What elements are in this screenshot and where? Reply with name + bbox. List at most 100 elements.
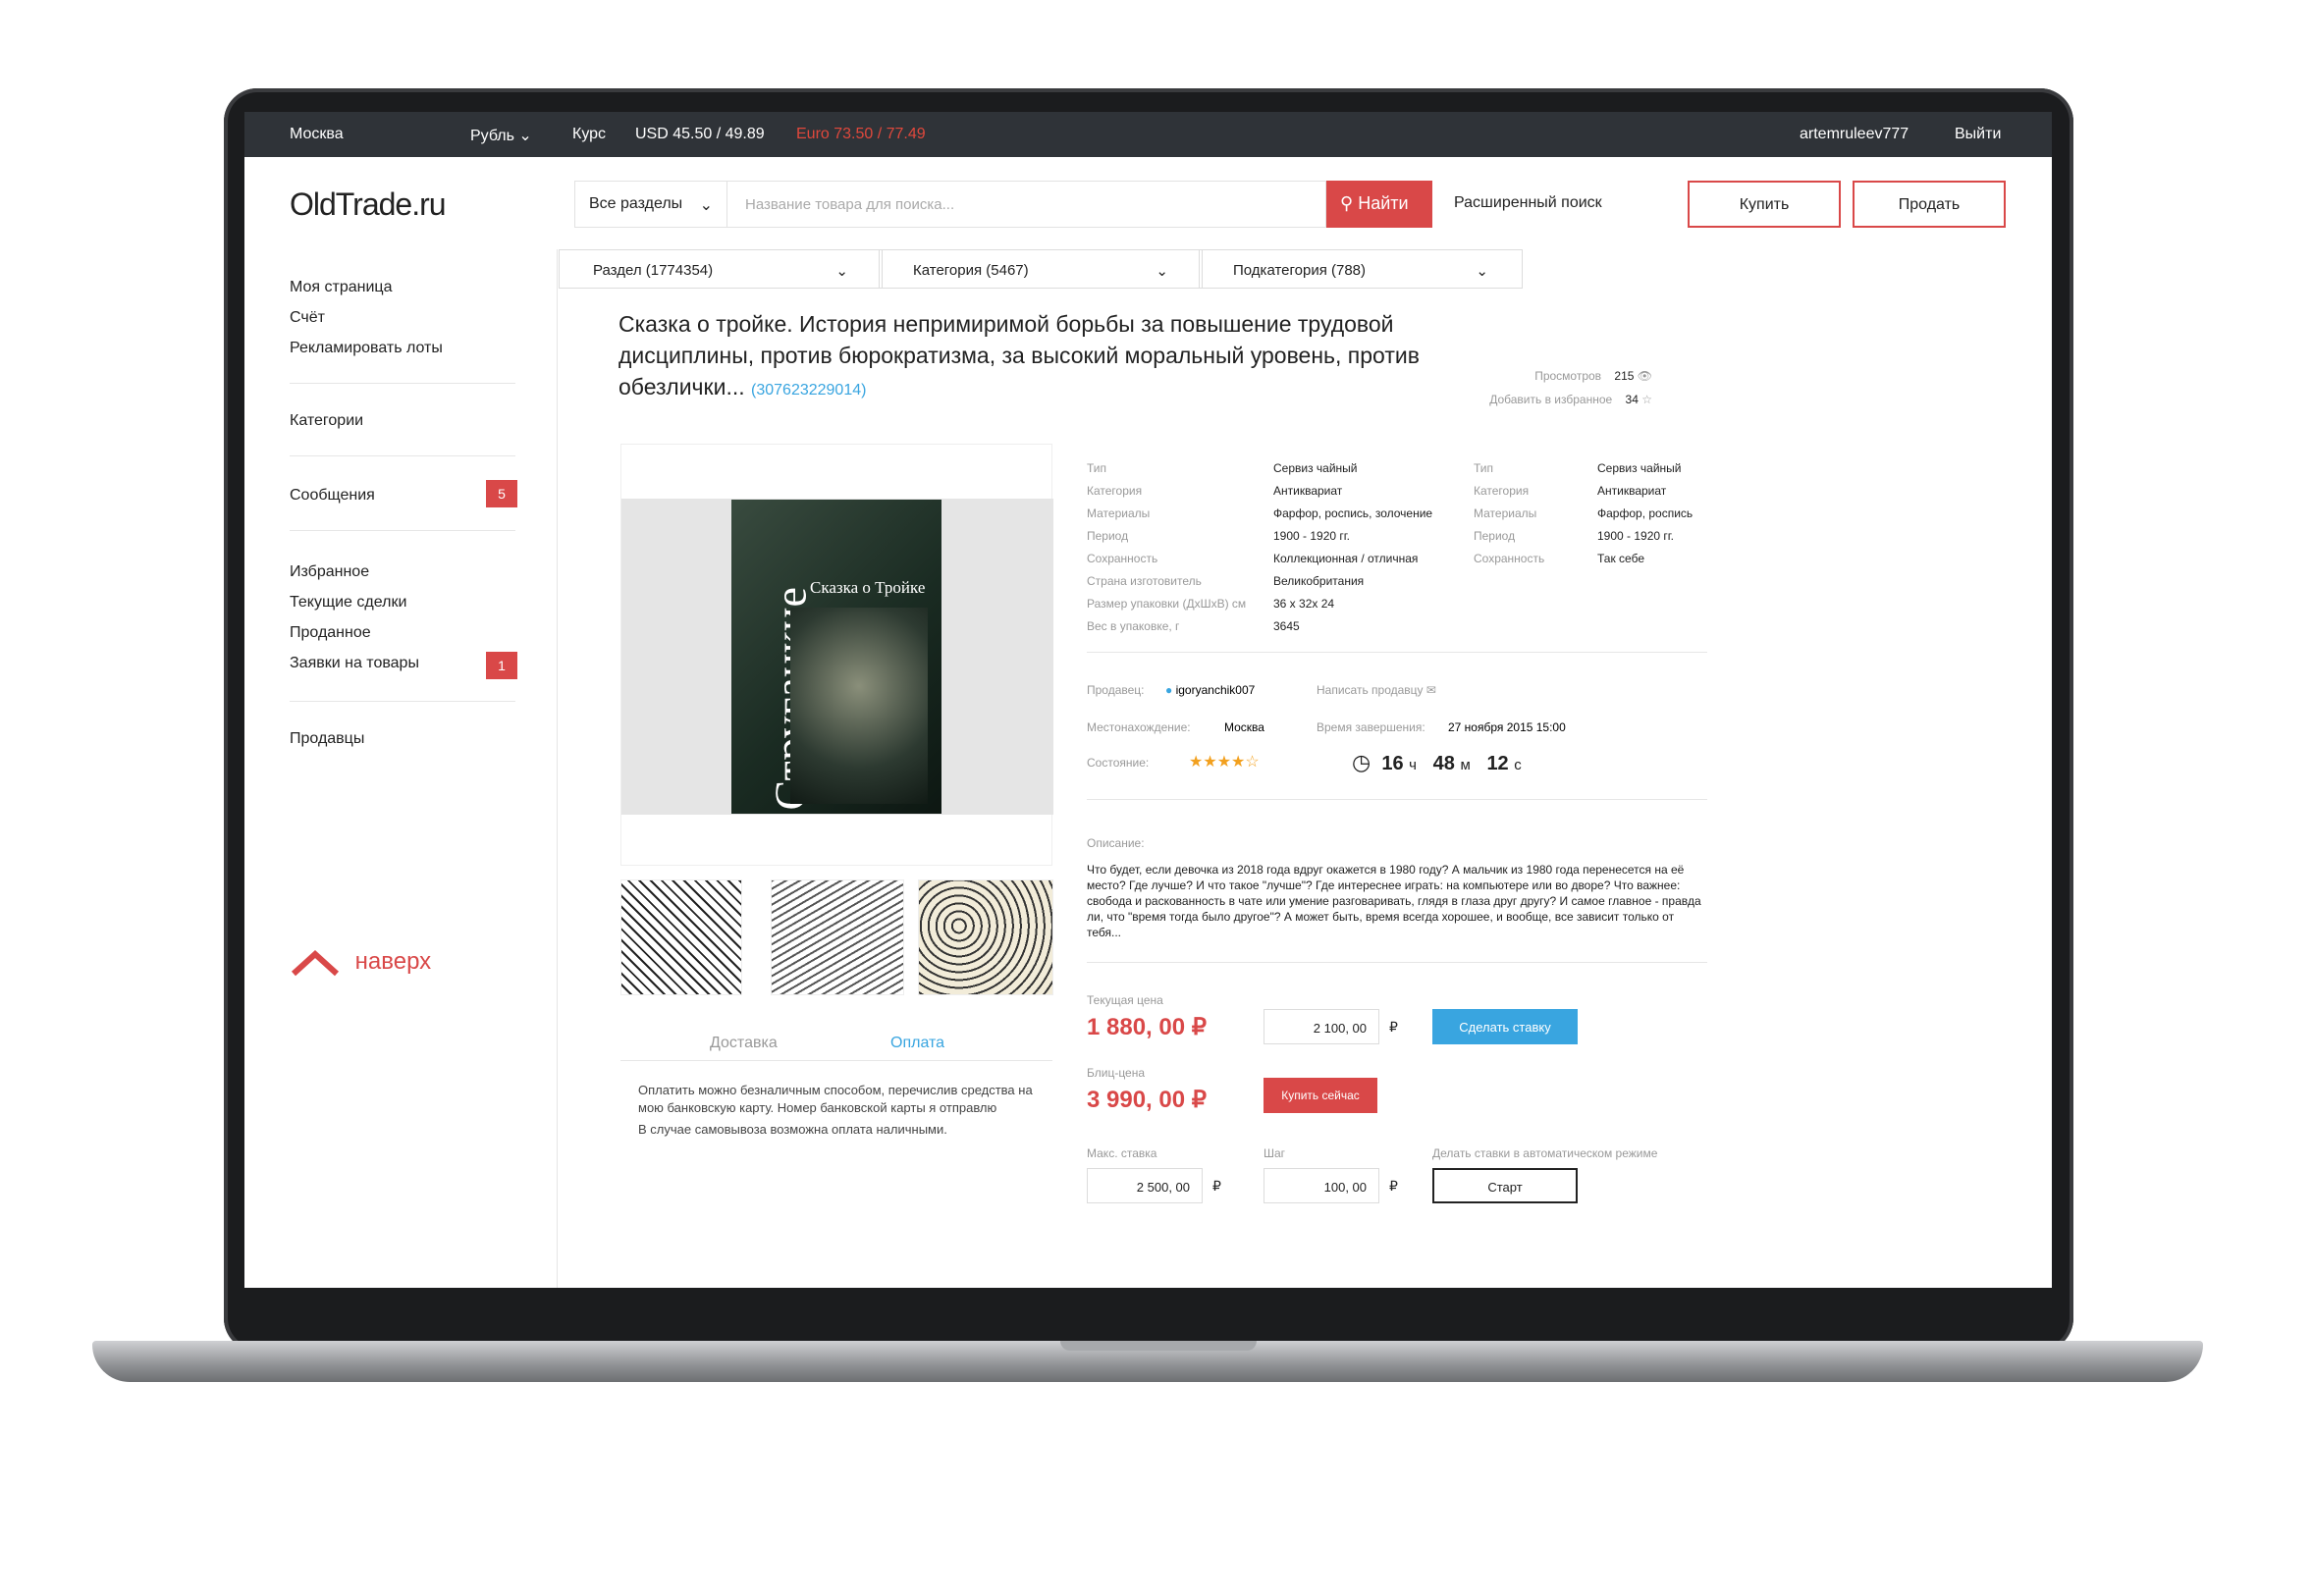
book-illustration (790, 608, 928, 804)
tab-divider (620, 1060, 1052, 1061)
city-select[interactable]: Москва (290, 126, 344, 143)
back-to-top-link[interactable]: наверх (290, 948, 431, 978)
sidebar-group-account: Моя страница Счёт Рекламировать лоты (290, 279, 515, 370)
bid-input[interactable]: 2 100, 00 (1264, 1009, 1379, 1044)
messages-badge: 5 (486, 480, 517, 507)
end-time-label: Время завершения: (1317, 720, 1425, 734)
crumb-section-label: Раздел (1774354) (593, 262, 714, 279)
spec-key: Тип (1087, 461, 1107, 475)
lot-title: Сказка о тройке. История непримиримой бо… (618, 308, 1482, 406)
mail-icon: ✉ (1425, 683, 1436, 697)
sidebar-item-messages[interactable]: Сообщения (290, 487, 515, 505)
spec-key: Тип (1474, 461, 1494, 475)
timer-seconds-unit: с (1514, 757, 1522, 773)
star-icon: ☆ (1641, 393, 1652, 406)
clock-icon: ◷ (1352, 750, 1371, 774)
rate-label: Курс (572, 126, 607, 142)
seller-link[interactable]: ● igoryanchik007 (1165, 683, 1255, 697)
divider (1087, 652, 1707, 653)
sidebar-item-categories[interactable]: Категории (290, 412, 515, 430)
requests-badge: 1 (486, 652, 517, 679)
views-label: Просмотров (1534, 369, 1602, 383)
lot-title-text: Сказка о тройке. История непримиримой бо… (618, 311, 1420, 399)
description-text: Что будет, если девочка из 2018 года вдр… (1087, 863, 1701, 939)
section-select[interactable]: Все разделы ⌄ (574, 181, 727, 228)
chevron-down-icon: ⌄ (1476, 263, 1488, 280)
book-cover: Стругацкие Сказка о Тройке (731, 500, 941, 814)
step-label: Шаг (1264, 1146, 1286, 1160)
sidebar-item-advertise[interactable]: Рекламировать лоты (290, 340, 515, 370)
spec-key: Категория (1474, 484, 1530, 498)
buy-now-button[interactable]: Купить сейчас (1264, 1078, 1377, 1113)
crumb-category[interactable]: Категория (5467) ⌄ (879, 249, 1203, 289)
chevron-down-icon: ⌄ (699, 197, 713, 214)
thumbnail-3[interactable] (918, 879, 1053, 995)
step-input[interactable]: 100, 00 (1264, 1168, 1379, 1203)
eye-icon: 👁 (1637, 369, 1652, 383)
place-bid-button[interactable]: Сделать ставку (1432, 1009, 1578, 1044)
crumb-section[interactable]: Раздел (1774354) ⌄ (559, 249, 883, 289)
tab-delivery[interactable]: Доставка (710, 1035, 778, 1052)
payment-text-2: В случае самовывоза возможна оплата нали… (638, 1122, 947, 1137)
location-label: Местонахождение: (1087, 720, 1191, 734)
lot-id[interactable]: (307623229014) (751, 382, 866, 399)
crumb-category-label: Категория (5467) (913, 262, 1029, 279)
search-button[interactable]: ⚲ Найти (1326, 181, 1432, 228)
write-seller-label: Написать продавцу (1317, 683, 1424, 697)
currency-sign: ₽ (1389, 1178, 1398, 1194)
username-link[interactable]: artemruleev777 (1800, 126, 1909, 143)
sidebar-item-favorites[interactable]: Избранное (290, 563, 515, 594)
sidebar-item-current-deals[interactable]: Текущие сделки (290, 594, 515, 624)
sidebar-group-deals: Избранное Текущие сделки Проданное Заявк… (290, 563, 515, 685)
currency-sign: ₽ (1389, 1019, 1398, 1035)
sidebar-item-requests[interactable]: Заявки на товары (290, 655, 515, 685)
spec-key: Вес в упаковке, г (1087, 619, 1180, 633)
spec-value: 1900 - 1920 гг. (1273, 529, 1351, 543)
divider (1087, 962, 1707, 963)
spec-value: Так себе (1597, 552, 1644, 565)
spec-key: Сохранность (1087, 552, 1158, 565)
spec-value: 3645 (1273, 619, 1300, 633)
thumbnail-2[interactable] (771, 879, 904, 995)
seller-label: Продавец: (1087, 683, 1145, 697)
start-auto-bid-button[interactable]: Старт (1432, 1168, 1578, 1203)
sidebar-item-my-page[interactable]: Моя страница (290, 279, 515, 309)
verified-icon: ● (1165, 683, 1173, 697)
thumbnail-1[interactable] (620, 879, 742, 995)
sidebar-item-sold[interactable]: Проданное (290, 624, 515, 655)
spec-value: Сервиз чайный (1597, 461, 1682, 475)
top-bar: Москва Рубль ⌄ Курс USD 45.50 / 49.89 Eu… (244, 112, 2052, 157)
logout-link[interactable]: Выйти (1955, 126, 2001, 143)
spec-key: Период (1474, 529, 1516, 543)
chevron-down-icon: ⌄ (1156, 263, 1168, 280)
location-value: Москва (1224, 720, 1264, 734)
spec-value: Фарфор, роспись (1597, 506, 1694, 520)
write-seller-link[interactable]: Написать продавцу ✉ (1317, 683, 1436, 697)
advanced-search-link[interactable]: Расширенный поиск (1454, 194, 1602, 212)
divider (290, 455, 515, 456)
divider (290, 530, 515, 531)
spec-key: Период (1087, 529, 1129, 543)
search-input[interactable]: Название товара для поиска... (727, 181, 1326, 228)
specs-table-1: Тип Сервиз чайный Категория Антиквариат Ма… (1087, 457, 1432, 638)
currency-select[interactable]: Рубль ⌄ (470, 126, 532, 145)
favorite-count: 34 (1625, 393, 1639, 406)
laptop-notch (1060, 1341, 1257, 1351)
crumb-subcategory[interactable]: Подкатегория (788) ⌄ (1199, 249, 1523, 289)
max-bid-input[interactable]: 2 500, 00 (1087, 1168, 1203, 1203)
spec-value: Фарфор, роспись, золочение (1273, 506, 1433, 520)
end-time-value: 27 ноября 2015 15:00 (1448, 720, 1566, 734)
sell-button[interactable]: Продать (1853, 181, 2006, 228)
sidebar-item-sellers[interactable]: Продавцы (290, 730, 515, 748)
chevron-up-icon (291, 949, 340, 977)
favorite-stat[interactable]: Добавить в избранное 34 ☆ (1472, 393, 1652, 406)
condition-label: Состояние: (1087, 756, 1150, 770)
current-price: 1 880, 00 ₽ (1087, 1014, 1208, 1040)
main-image-frame[interactable]: Стругацкие Сказка о Тройке (620, 444, 1053, 866)
site-logo[interactable]: OldTrade.ru (290, 186, 447, 223)
timer-hours-unit: ч (1409, 757, 1417, 773)
book-title: Сказка о Тройке (810, 578, 926, 597)
tab-payment[interactable]: Оплата (890, 1035, 944, 1052)
buy-button[interactable]: Купить (1688, 181, 1841, 228)
sidebar-item-account[interactable]: Счёт (290, 309, 515, 340)
